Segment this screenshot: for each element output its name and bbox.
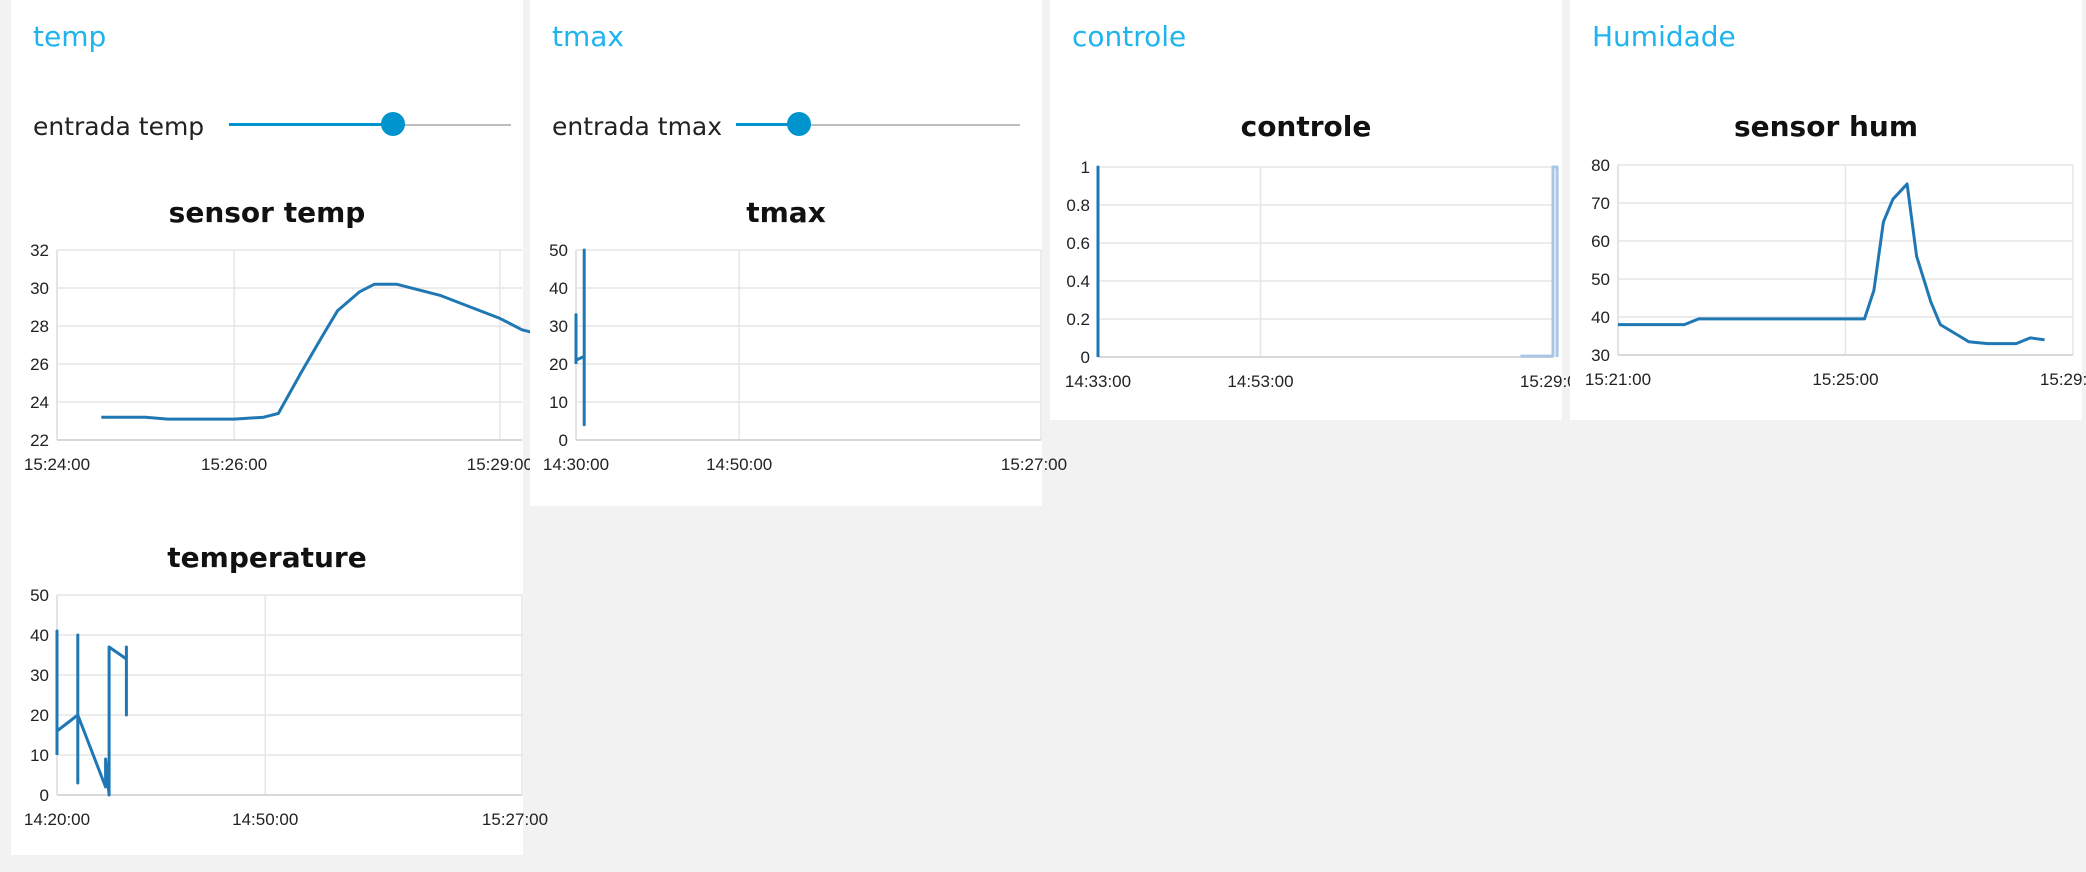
series-line bbox=[1618, 182, 2045, 346]
slider-handle[interactable] bbox=[381, 112, 405, 136]
x-tick-label: 15:29:00 bbox=[467, 455, 533, 474]
chart-title: sensor hum bbox=[1733, 110, 1919, 143]
slider-label: entrada temp bbox=[33, 112, 205, 141]
x-tick-label: 15:27:00 bbox=[1001, 455, 1067, 474]
chart-title: controle bbox=[1240, 110, 1372, 143]
group-title: temp bbox=[33, 20, 107, 53]
x-tick-label: 15:29:00 bbox=[2040, 370, 2086, 389]
y-tick-label: 22 bbox=[30, 431, 49, 450]
x-tick-label: 14:20:00 bbox=[24, 810, 90, 829]
y-tick-label: 0.2 bbox=[1066, 310, 1090, 329]
y-tick-label: 10 bbox=[549, 393, 568, 412]
series-line bbox=[1520, 165, 1559, 358]
chart-controle: 00.20.40.60.8114:33:00 14:53:00 15:29:00 bbox=[1065, 158, 1586, 391]
y-tick-label: 1 bbox=[1081, 158, 1090, 177]
chart-title: temperature bbox=[167, 541, 367, 574]
x-tick-label: 14:50:00 bbox=[706, 455, 772, 474]
slider-label: entrada tmax bbox=[552, 112, 723, 141]
x-tick-label: 14:33:00 bbox=[1065, 372, 1131, 391]
group-tmax: tmax entrada tmax tmax 0 10 20 30 40 50 14:30:… bbox=[530, 0, 1067, 506]
y-tick-label: 26 bbox=[30, 355, 49, 374]
slider-handle[interactable] bbox=[787, 112, 811, 136]
x-tick-label: 14:50:00 bbox=[232, 810, 298, 829]
y-tick-label: 40 bbox=[549, 279, 568, 298]
x-tick-label: 15:27:00 bbox=[482, 810, 548, 829]
group-temp: temp entrada temp sensor temp 22 24 26 28 30… bbox=[11, 0, 553, 855]
y-tick-label: 70 bbox=[1591, 194, 1610, 213]
y-tick-label: 0.4 bbox=[1066, 272, 1090, 291]
chart-tmax: 0 10 20 30 40 50 14:30:00 14:50:00 15:27:00 bbox=[543, 241, 1067, 474]
y-tick-label: 24 bbox=[30, 393, 49, 412]
y-tick-label: 0.6 bbox=[1066, 234, 1090, 253]
y-tick-label: 40 bbox=[30, 626, 49, 645]
y-tick-label: 28 bbox=[30, 317, 49, 336]
group-title: controle bbox=[1072, 20, 1187, 53]
y-tick-label: 50 bbox=[1591, 270, 1610, 289]
y-tick-label: 0 bbox=[1081, 348, 1090, 367]
y-tick-label: 20 bbox=[549, 355, 568, 374]
chart-sensor-temp: 22 24 26 28 30 32 15:24:00 15:26:00 15:29:00 bbox=[24, 241, 553, 474]
group-title: Humidade bbox=[1592, 20, 1736, 53]
chart-title: sensor temp bbox=[168, 196, 366, 229]
y-tick-label: 30 bbox=[549, 317, 568, 336]
x-tick-label: 14:53:00 bbox=[1227, 372, 1293, 391]
chart-title: tmax bbox=[746, 196, 826, 229]
x-tick-label: 15:21:00 bbox=[1585, 370, 1651, 389]
y-tick-label: 50 bbox=[30, 586, 49, 605]
x-tick-label: 15:26:00 bbox=[201, 455, 267, 474]
series-line bbox=[574, 248, 586, 427]
y-tick-label: 0 bbox=[559, 431, 568, 450]
slider-fill bbox=[229, 123, 393, 126]
y-tick-label: 80 bbox=[1591, 156, 1610, 175]
entrada-temp-slider-row: entrada temp bbox=[33, 104, 513, 144]
group-title: tmax bbox=[552, 20, 624, 53]
series-line bbox=[55, 629, 128, 797]
y-tick-label: 20 bbox=[30, 706, 49, 725]
chart-temperature: 0 10 20 30 40 50 14:20:00 14:50:00 15:27:00 bbox=[24, 586, 548, 829]
y-tick-label: 32 bbox=[30, 241, 49, 260]
group-controle: controle controle 0 0.2 0.4 0.6 0.8 1 14:33:00… bbox=[1050, 0, 1586, 420]
x-tick-label: 15:25:00 bbox=[1812, 370, 1878, 389]
y-tick-label: 40 bbox=[1591, 308, 1610, 327]
y-tick-label: 30 bbox=[30, 666, 49, 685]
y-tick-label: 0.8 bbox=[1066, 196, 1090, 215]
x-tick-label: 15:24:00 bbox=[24, 455, 90, 474]
group-humidade: Humidade sensor hum 30 40 50 60 70 80 15:21:00… bbox=[1570, 0, 2086, 420]
series-line bbox=[101, 282, 553, 421]
chart-sensor-hum: 30 40 50 60 70 80 15:21:00 15:25:00 15:29:00 bbox=[1585, 156, 2086, 389]
y-tick-label: 0 bbox=[40, 786, 49, 805]
y-tick-label: 50 bbox=[549, 241, 568, 260]
y-tick-label: 10 bbox=[30, 746, 49, 765]
y-tick-label: 30 bbox=[30, 279, 49, 298]
y-tick-label: 60 bbox=[1591, 232, 1610, 251]
x-tick-label: 14:30:00 bbox=[543, 455, 609, 474]
entrada-tmax-slider-row: entrada tmax bbox=[552, 104, 1032, 144]
y-tick-label: 30 bbox=[1591, 346, 1610, 365]
